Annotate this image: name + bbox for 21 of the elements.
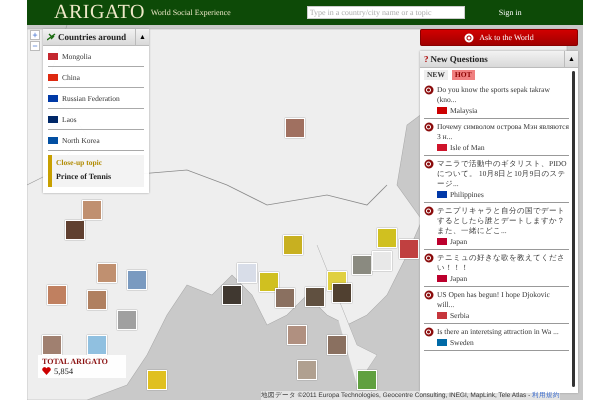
airplane-icon xyxy=(47,33,56,41)
photo-placeholder[interactable] xyxy=(222,285,242,305)
total-label: TOTAL ARIGATO xyxy=(42,357,109,366)
panel-title-text: New Questions xyxy=(430,54,488,64)
total-count: 5,854 xyxy=(54,366,74,376)
question-mark: ? xyxy=(424,54,428,64)
photo-placeholder[interactable] xyxy=(305,287,325,307)
tagline: World Social Experience xyxy=(150,8,231,17)
sign-in-link[interactable]: Sign in xyxy=(498,8,522,17)
scrollbar[interactable] xyxy=(572,71,575,387)
search-field[interactable]: Type in a country/city name or a topic xyxy=(306,6,465,19)
topic-title: Prince of Tennis xyxy=(56,172,112,181)
ask-button[interactable]: Ask to the World xyxy=(420,29,578,46)
photo-placeholder[interactable] xyxy=(332,283,352,303)
photo-placeholder[interactable] xyxy=(65,220,85,240)
zoom-out-button[interactable]: − xyxy=(30,41,40,51)
heart-icon xyxy=(42,367,51,375)
zoom-in-button[interactable]: + xyxy=(30,30,40,40)
panel-title-text: Countries around xyxy=(58,32,126,42)
photo-placeholder[interactable] xyxy=(399,239,419,259)
logo: ARIGATO xyxy=(54,1,145,24)
